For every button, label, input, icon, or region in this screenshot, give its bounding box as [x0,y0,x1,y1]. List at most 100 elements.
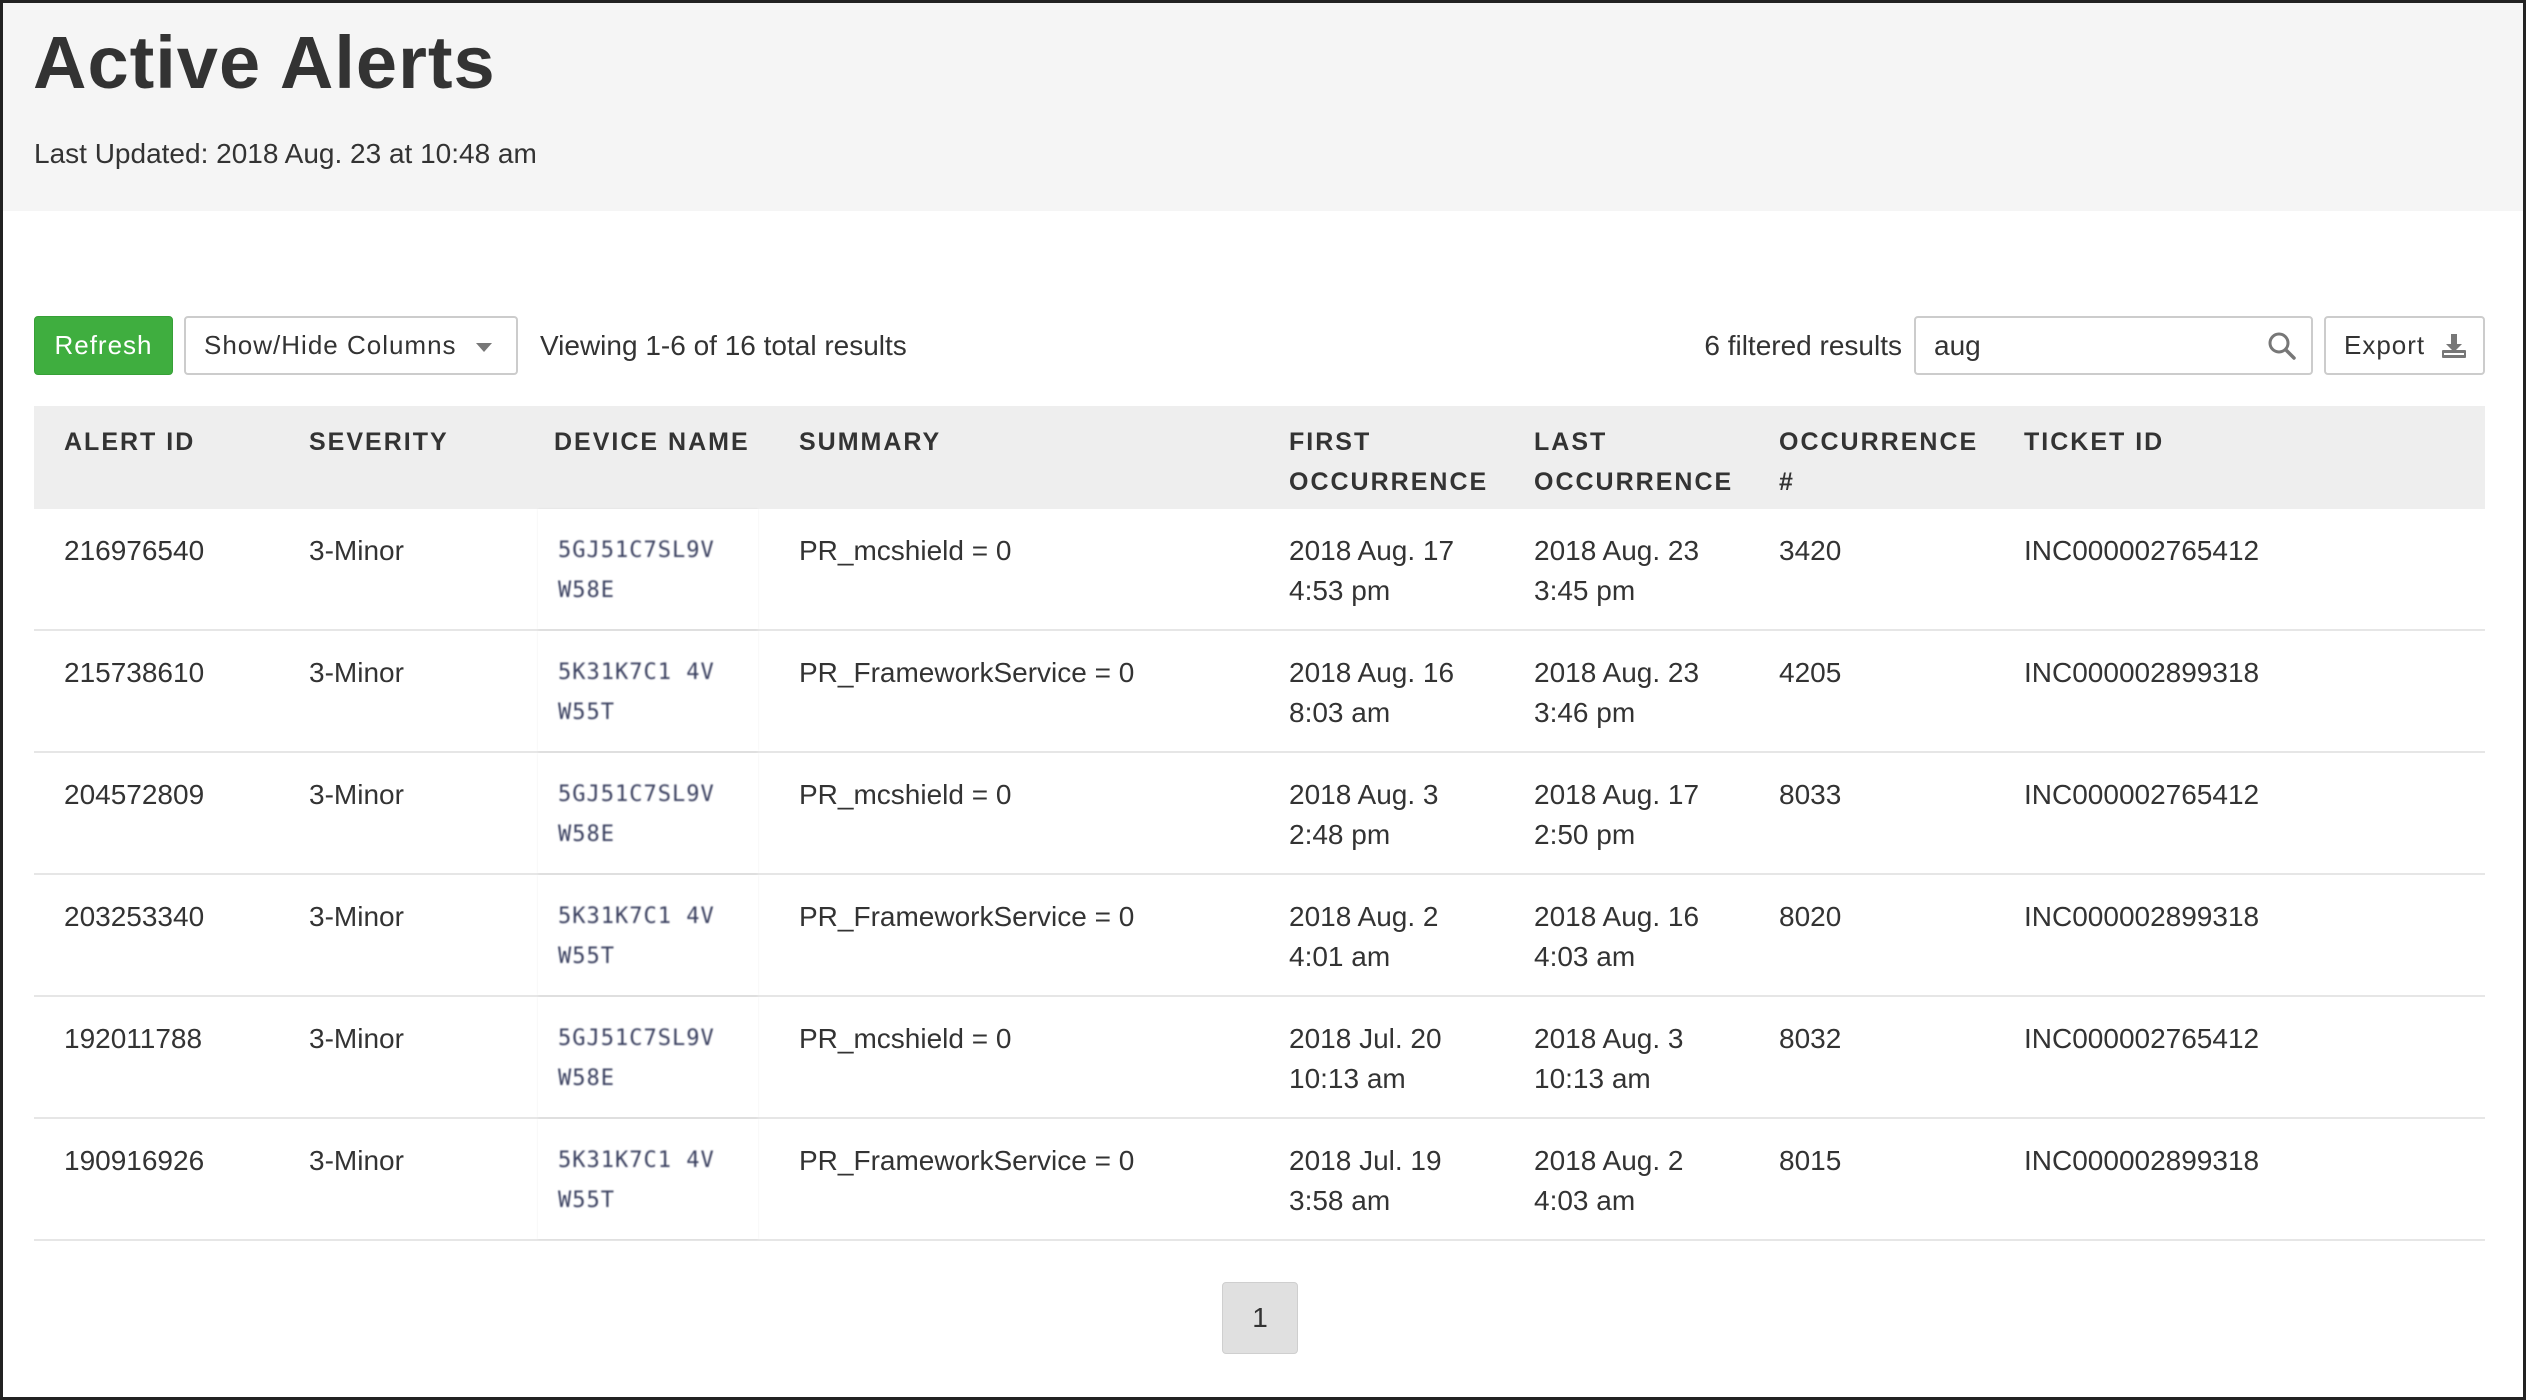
device-name-line1: 5GJ51C7SL9V [558,1026,715,1051]
table-row[interactable]: 216976540 3-Minor 5GJ51C7SL9V W58E PR_mc… [34,509,2485,631]
page-header: Active Alerts Last Updated: 2018 Aug. 23… [3,3,2523,211]
cell-ticket-id: INC000002765412 [2024,779,2260,810]
cell-summary: PR_mcshield = 0 [799,779,1012,810]
cell-device-name: 5K31K7C1 4V W55T [538,875,758,995]
cell-alert-id: 216976540 [64,535,205,566]
column-header-summary[interactable]: SUMMARY [799,422,941,462]
cell-last-occurrence: 2018 Aug. 23 3:46 pm [1534,653,1699,733]
cell-summary: PR_FrameworkService = 0 [799,1145,1135,1176]
column-header-ticket-id[interactable]: TICKET ID [2024,422,2164,462]
column-header-severity[interactable]: SEVERITY [309,422,449,462]
first-occurrence-time: 4:01 am [1289,941,1391,972]
page-title: Active Alerts [33,21,496,104]
caret-down-icon [476,343,492,352]
column-header-occurrence-count-line2: # [1779,468,1795,496]
device-name-line2: W58E [558,578,615,603]
cell-severity: 3-Minor [309,657,404,688]
export-button[interactable]: Export [2324,316,2485,375]
cell-ticket-id: INC000002899318 [2024,1145,2260,1176]
cell-severity: 3-Minor [309,779,404,810]
cell-occurrence-count: 8032 [1779,1023,1842,1054]
first-occurrence-time: 3:58 am [1289,1185,1391,1216]
cell-first-occurrence: 2018 Aug. 16 8:03 am [1289,653,1454,733]
last-occurrence-time: 10:13 am [1534,1063,1651,1094]
last-occurrence-time: 3:45 pm [1534,575,1636,606]
last-updated-text: Last Updated: 2018 Aug. 23 at 10:48 am [34,138,537,169]
column-header-last-occurrence-line2: OCCURRENCE [1534,468,1734,496]
table-row[interactable]: 204572809 3-Minor 5GJ51C7SL9V W58E PR_mc… [34,753,2485,875]
cell-occurrence-count: 8020 [1779,901,1842,932]
first-occurrence-date: 2018 Jul. 19 [1289,1145,1442,1176]
app-window: Active Alerts Last Updated: 2018 Aug. 23… [0,0,2526,1400]
first-occurrence-time: 2:48 pm [1289,819,1391,850]
results-count-text: Viewing 1-6 of 16 total results [540,330,907,361]
search-field[interactable] [1914,316,2313,375]
cell-occurrence-count: 3420 [1779,535,1842,566]
table-row[interactable]: 203253340 3-Minor 5K31K7C1 4V W55T PR_Fr… [34,875,2485,997]
cell-first-occurrence: 2018 Aug. 3 2:48 pm [1289,775,1438,855]
device-name-line2: W55T [558,944,615,969]
table-toolbar: Refresh Show/Hide Columns Viewing 1-6 of… [34,316,2485,375]
table-row[interactable]: 190916926 3-Minor 5K31K7C1 4V W55T PR_Fr… [34,1119,2485,1241]
cell-last-occurrence: 2018 Aug. 17 2:50 pm [1534,775,1699,855]
export-label: Export [2344,330,2426,360]
cell-summary: PR_FrameworkService = 0 [799,657,1135,688]
column-header-first-occurrence[interactable]: FIRST OCCURRENCE [1289,422,1488,502]
cell-ticket-id: INC000002765412 [2024,535,2260,566]
last-occurrence-time: 3:46 pm [1534,697,1636,728]
cell-summary: PR_mcshield = 0 [799,1023,1012,1054]
cell-severity: 3-Minor [309,901,404,932]
last-occurrence-date: 2018 Aug. 16 [1534,901,1700,932]
device-name-line1: 5K31K7C1 4V [558,1148,715,1173]
cell-device-name: 5K31K7C1 4V W55T [538,1119,758,1239]
show-hide-columns-label: Show/Hide Columns [204,330,457,360]
device-name-line2: W55T [558,700,615,725]
column-header-last-occurrence[interactable]: LAST OCCURRENCE [1534,422,1733,502]
cell-occurrence-count: 4205 [1779,657,1842,688]
filtered-results-text: 6 filtered results [1704,330,1902,361]
refresh-button[interactable]: Refresh [34,316,173,375]
cell-device-name: 5GJ51C7SL9V W58E [538,997,758,1117]
first-occurrence-time: 4:53 pm [1289,575,1391,606]
cell-ticket-id: INC000002765412 [2024,1023,2260,1054]
first-occurrence-time: 8:03 am [1289,697,1391,728]
cell-alert-id: 204572809 [64,779,205,810]
column-header-device-name[interactable]: DEVICE NAME [554,422,750,462]
download-icon [2442,334,2466,358]
cell-last-occurrence: 2018 Aug. 16 4:03 am [1534,897,1699,977]
device-name-line1: 5K31K7C1 4V [558,904,715,929]
last-occurrence-date: 2018 Aug. 3 [1534,1023,1684,1054]
search-icon[interactable] [2267,331,2297,361]
pagination-page-button[interactable]: 1 [1222,1282,1298,1354]
table-row[interactable]: 192011788 3-Minor 5GJ51C7SL9V W58E PR_mc… [34,997,2485,1119]
cell-first-occurrence: 2018 Jul. 20 10:13 am [1289,1019,1442,1099]
cell-device-name: 5GJ51C7SL9V W58E [538,509,758,629]
cell-summary: PR_mcshield = 0 [799,535,1012,566]
last-occurrence-date: 2018 Aug. 23 [1534,535,1700,566]
last-occurrence-time: 4:03 am [1534,941,1636,972]
cell-first-occurrence: 2018 Jul. 19 3:58 am [1289,1141,1442,1221]
show-hide-columns-button[interactable]: Show/Hide Columns [184,316,518,375]
column-header-alert-id[interactable]: ALERT ID [64,422,195,462]
last-occurrence-date: 2018 Aug. 2 [1534,1145,1684,1176]
cell-last-occurrence: 2018 Aug. 2 4:03 am [1534,1141,1683,1221]
cell-last-occurrence: 2018 Aug. 3 10:13 am [1534,1019,1683,1099]
last-occurrence-time: 4:03 am [1534,1185,1636,1216]
column-header-occurrence-count[interactable]: OCCURRENCE # [1779,422,1978,502]
first-occurrence-date: 2018 Aug. 16 [1289,657,1455,688]
first-occurrence-date: 2018 Aug. 3 [1289,779,1439,810]
last-occurrence-date: 2018 Aug. 17 [1534,779,1700,810]
first-occurrence-date: 2018 Aug. 17 [1289,535,1455,566]
first-occurrence-date: 2018 Aug. 2 [1289,901,1439,932]
table-row[interactable]: 215738610 3-Minor 5K31K7C1 4V W55T PR_Fr… [34,631,2485,753]
last-occurrence-time: 2:50 pm [1534,819,1636,850]
first-occurrence-date: 2018 Jul. 20 [1289,1023,1442,1054]
column-header-last-occurrence-line1: LAST [1534,428,1608,456]
cell-first-occurrence: 2018 Aug. 2 4:01 am [1289,897,1438,977]
cell-severity: 3-Minor [309,535,404,566]
device-name-line2: W55T [558,1188,615,1213]
alerts-table: ALERT ID SEVERITY DEVICE NAME SUMMARY FI… [34,406,2485,1241]
cell-alert-id: 203253340 [64,901,205,932]
device-name-line2: W58E [558,822,615,847]
search-input[interactable] [1916,318,2256,373]
